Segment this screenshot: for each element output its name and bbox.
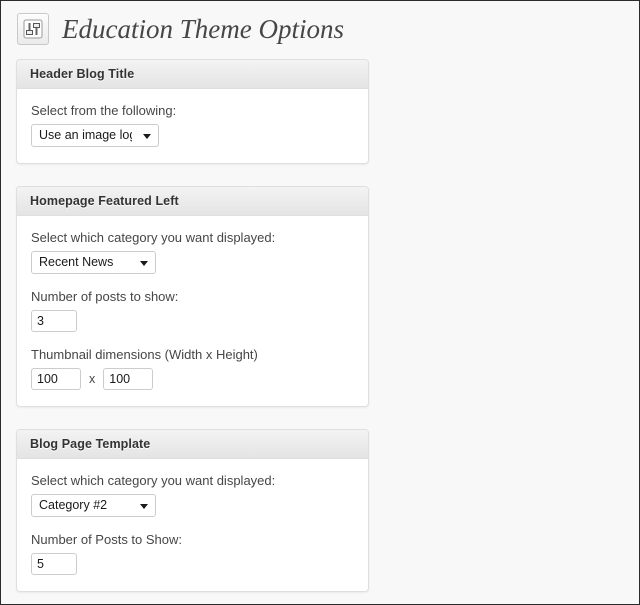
panel-list: Header Blog Title Select from the follow… xyxy=(1,45,639,592)
panel-title: Header Blog Title xyxy=(17,60,368,89)
sliders-icon xyxy=(17,12,49,45)
panel-body: Select which category you want displayed… xyxy=(17,459,368,591)
panel-homepage-featured-left: Homepage Featured Left Select which cate… xyxy=(16,186,369,407)
field-logo-source: Select from the following: Use an image … xyxy=(31,102,355,147)
panel-body: Select from the following: Use an image … xyxy=(17,89,368,163)
field-blog-post-count: Number of Posts to Show: xyxy=(31,531,355,575)
field-label: Number of posts to show: xyxy=(31,289,179,304)
input-thumbnail-width[interactable] xyxy=(31,368,81,390)
panel-blog-page-template: Blog Page Template Select which category… xyxy=(16,429,369,592)
select-wrapper: Use an image logo xyxy=(31,124,159,147)
page-header: Education Theme Options xyxy=(1,1,639,45)
panel-header-blog-title: Header Blog Title Select from the follow… xyxy=(16,59,369,164)
field-label: Number of Posts to Show: xyxy=(31,532,183,547)
field-label: Select which category you want displayed… xyxy=(31,473,276,488)
input-thumbnail-height[interactable] xyxy=(103,368,154,390)
select-wrapper: Category #2 xyxy=(31,494,156,517)
field-label: Select which category you want displayed… xyxy=(31,230,276,245)
input-blog-post-count[interactable] xyxy=(31,553,77,575)
page-title: Education Theme Options xyxy=(62,13,344,44)
dimensions-row: x xyxy=(31,368,355,390)
select-wrapper: Recent News xyxy=(31,251,156,274)
panel-title: Homepage Featured Left xyxy=(17,187,368,216)
field-featured-post-count: Number of posts to show: xyxy=(31,288,355,332)
theme-options-page: Education Theme Options Header Blog Titl… xyxy=(0,0,640,605)
input-featured-post-count[interactable] xyxy=(31,310,77,332)
field-thumbnail-dimensions: Thumbnail dimensions (Width x Height) x xyxy=(31,346,355,390)
panel-body: Select which category you want displayed… xyxy=(17,216,368,406)
select-featured-category[interactable]: Recent News xyxy=(31,251,156,274)
field-blog-category: Select which category you want displayed… xyxy=(31,472,355,517)
select-blog-category[interactable]: Category #2 xyxy=(31,494,156,517)
field-featured-category: Select which category you want displayed… xyxy=(31,229,355,274)
panel-title: Blog Page Template xyxy=(17,430,368,459)
select-logo-source[interactable]: Use an image logo xyxy=(31,124,159,147)
dimension-separator: x xyxy=(89,372,96,386)
field-label: Select from the following: xyxy=(31,103,177,118)
field-label: Thumbnail dimensions (Width x Height) xyxy=(31,347,258,362)
